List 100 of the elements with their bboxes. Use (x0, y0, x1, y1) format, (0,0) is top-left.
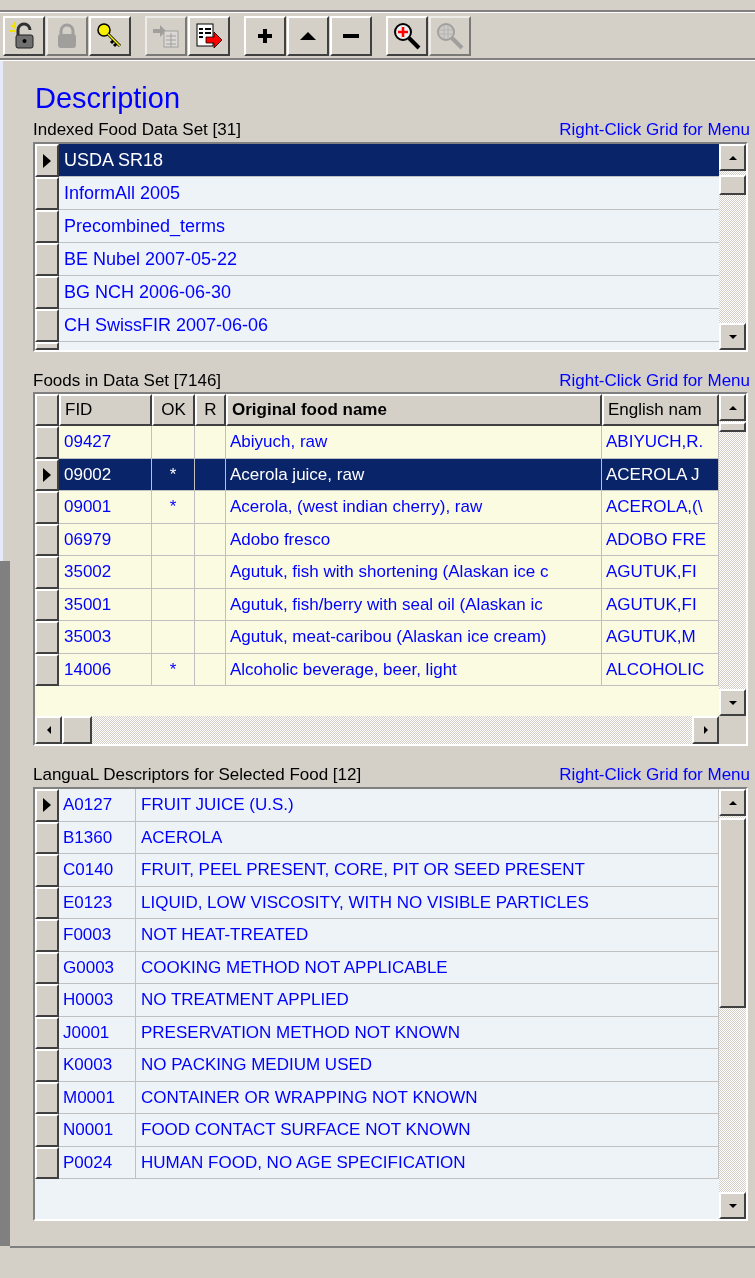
table-cell: Alcoholic beverage, beer, light (226, 653, 602, 686)
key-button[interactable] (89, 15, 131, 56)
table-cell: Agutuk, fish with shortening (Alaskan ice c (226, 556, 602, 589)
zoom-in-icon (392, 20, 422, 51)
table-cell: 35002 (59, 556, 152, 589)
table-cell[interactable]: BE Nubel 2007-05-22 (59, 243, 719, 276)
row-indicator[interactable] (35, 177, 59, 210)
table-cell: J0001 (59, 1016, 136, 1049)
table-cell: Adobo fresco (226, 523, 602, 556)
table-cell: G0003 (59, 951, 136, 984)
table-cell: ACEROLA (136, 821, 719, 854)
magnifier-icon (435, 20, 465, 51)
row-indicator[interactable] (35, 1146, 59, 1179)
table-cell: * (152, 458, 195, 491)
grid-menu-hint: Right-Click Grid for Menu (559, 372, 750, 389)
table-cell: F0003 (59, 919, 136, 952)
table-cell: FOOD CONTACT SURFACE NOT KNOWN (136, 1114, 719, 1147)
scrollbar-corner (719, 716, 746, 744)
column-header[interactable]: English nam (602, 394, 719, 426)
row-indicator[interactable] (35, 556, 59, 589)
table-cell: E0123 (59, 886, 136, 919)
table-cell: NO TREATMENT APPLIED (136, 984, 719, 1017)
table-cell: H0003 (59, 984, 136, 1017)
row-indicator[interactable] (35, 621, 59, 654)
scroll-up-button[interactable] (719, 789, 746, 816)
table-cell: 09001 (59, 491, 152, 524)
table-cell: 35003 (59, 621, 152, 654)
scroll-up-button[interactable] (719, 144, 746, 171)
row-indicator[interactable] (35, 523, 59, 556)
table-cell: Abiyuch, raw (226, 426, 602, 459)
section-label: LanguaL Descriptors for Selected Food [12] (33, 766, 362, 783)
scroll-up-button[interactable] (719, 394, 746, 421)
column-header[interactable]: FID (59, 394, 152, 426)
table-cell[interactable]: Precombined_terms (59, 210, 719, 243)
scroll-down-button[interactable] (719, 1192, 746, 1219)
row-indicator[interactable] (35, 1049, 59, 1082)
scrollbar-thumb[interactable] (62, 716, 92, 744)
table-cell: NOT HEAT-TREATED (136, 919, 719, 952)
row-indicator[interactable] (35, 984, 59, 1017)
export-icon (194, 20, 224, 51)
scroll-down-button[interactable] (719, 323, 746, 350)
current-row-icon (42, 466, 52, 483)
row-indicator[interactable] (35, 276, 59, 309)
grid-menu-hint: Right-Click Grid for Menu (559, 766, 750, 783)
table-cell[interactable]: InformAll 2005 (59, 177, 719, 210)
zoom-in-button[interactable] (386, 15, 428, 56)
grid-menu-hint: Right-Click Grid for Menu (559, 121, 750, 138)
minus-icon (343, 33, 359, 38)
table-cell: B1360 (59, 821, 136, 854)
row-indicator[interactable] (35, 1016, 59, 1049)
row-indicator[interactable] (35, 854, 59, 887)
row-indicator[interactable] (35, 458, 59, 491)
scroll-down-button[interactable] (719, 689, 746, 716)
row-indicator[interactable] (35, 919, 59, 952)
header-corner[interactable] (35, 394, 59, 426)
unlock-button[interactable] (3, 15, 45, 56)
scrollbar-thumb[interactable] (719, 422, 746, 432)
table-cell[interactable]: BG NCH 2006-06-30 (59, 276, 719, 309)
table-cell: Acerola juice, raw (226, 458, 602, 491)
column-header[interactable]: R (195, 394, 226, 426)
remove-button[interactable] (330, 15, 372, 56)
table-cell: 09002 (59, 458, 152, 491)
scrollbar-thumb[interactable] (719, 175, 746, 195)
row-indicator[interactable] (35, 210, 59, 243)
plus-icon (258, 28, 272, 43)
row-indicator[interactable] (35, 426, 59, 459)
table-cell[interactable]: CH SwissFIR 2007-06-06 (59, 309, 719, 342)
page-title: Description (35, 84, 181, 113)
table-cell: M0001 (59, 1081, 136, 1114)
section-label: Indexed Food Data Set [31] (33, 121, 241, 138)
scrollbar-thumb[interactable] (719, 818, 746, 1008)
scroll-right-button[interactable] (692, 716, 719, 744)
row-indicator[interactable] (35, 653, 59, 686)
row-indicator[interactable] (35, 886, 59, 919)
table-cell: PRESERVATION METHOD NOT KNOWN (136, 1016, 719, 1049)
row-indicator[interactable] (35, 342, 59, 350)
current-row-icon (42, 152, 52, 169)
row-indicator[interactable] (35, 1081, 59, 1114)
table-cell: FRUIT, PEEL PRESENT, CORE, PIT OR SEED PRESENT (136, 854, 719, 887)
table-cell[interactable]: USDA SR18 (59, 144, 719, 177)
row-indicator[interactable] (35, 588, 59, 621)
table-cell: COOKING METHOD NOT APPLICABLE (136, 951, 719, 984)
scroll-left-button[interactable] (35, 716, 62, 744)
column-header[interactable]: OK (152, 394, 195, 426)
row-indicator[interactable] (35, 789, 59, 822)
table-cell: NO PACKING MEDIUM USED (136, 1049, 719, 1082)
row-indicator[interactable] (35, 144, 59, 177)
row-indicator[interactable] (35, 491, 59, 524)
table-cell: Acerola, (west indian cherry), raw (226, 491, 602, 524)
row-indicator[interactable] (35, 951, 59, 984)
export-button[interactable] (188, 15, 230, 56)
row-indicator[interactable] (35, 1114, 59, 1147)
table-cell: C0140 (59, 854, 136, 887)
row-indicator[interactable] (35, 243, 59, 276)
row-indicator[interactable] (35, 309, 59, 342)
up-button[interactable] (287, 15, 329, 56)
table-cell: 06979 (59, 523, 152, 556)
row-indicator[interactable] (35, 821, 59, 854)
add-button[interactable] (244, 15, 286, 56)
column-header[interactable]: Original food name (226, 394, 602, 426)
